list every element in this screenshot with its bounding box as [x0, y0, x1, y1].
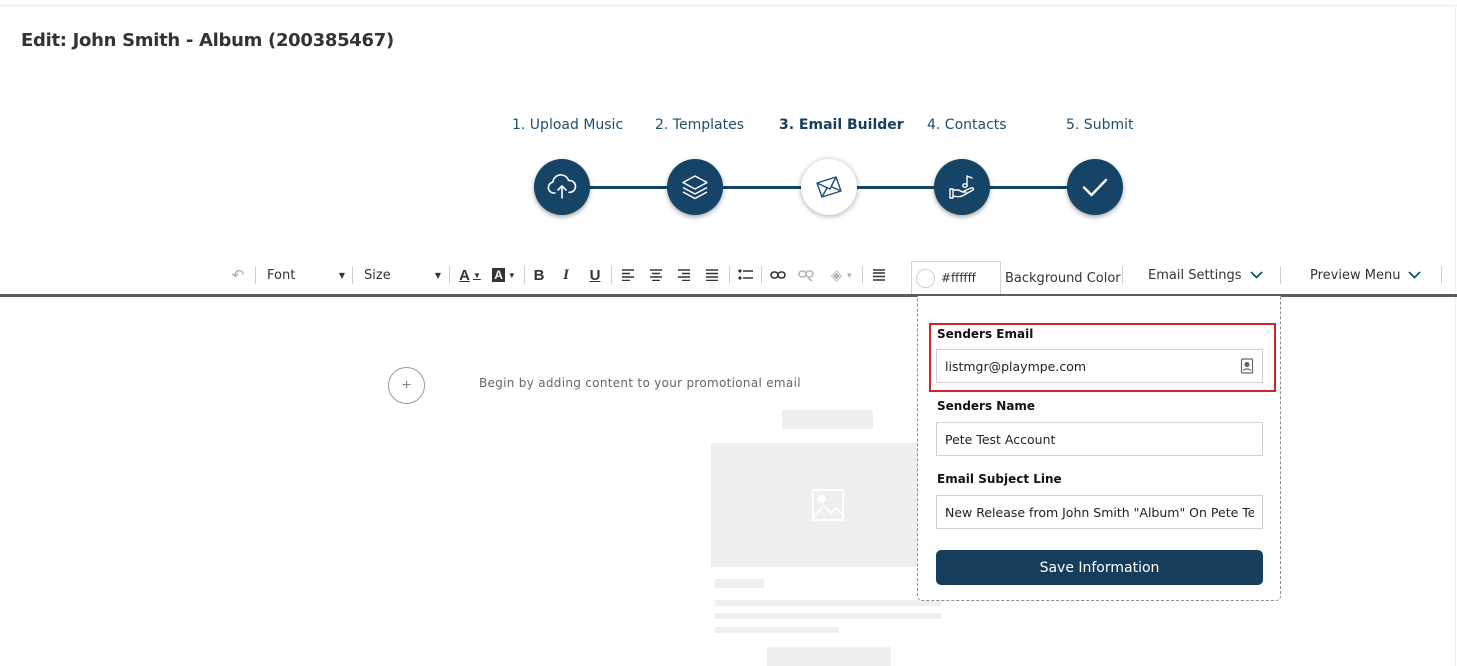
- bold-icon[interactable]: B: [528, 264, 550, 286]
- right-divider: [1455, 5, 1456, 666]
- size-dropdown-label: Size: [364, 267, 391, 283]
- email-subject-field[interactable]: [936, 495, 1263, 529]
- step-templates[interactable]: [667, 159, 723, 215]
- toolbar-separator: [611, 266, 612, 284]
- align-left-icon[interactable]: [617, 264, 639, 286]
- toolbar-separator: [1280, 266, 1281, 284]
- email-settings-dropdown[interactable]: Email Settings: [1148, 262, 1263, 288]
- step-email-builder[interactable]: [801, 159, 857, 215]
- placeholder-image: [711, 443, 944, 567]
- step-label-upload-music[interactable]: 1. Upload Music: [512, 117, 623, 133]
- senders-name-label: Senders Name: [937, 399, 1036, 413]
- caret-down-icon: ▼: [434, 270, 441, 280]
- underline-icon[interactable]: U: [584, 264, 606, 286]
- hand-music-note-icon: [949, 175, 975, 199]
- undo-icon[interactable]: ↶: [227, 264, 249, 286]
- placeholder-text-line: [715, 600, 941, 606]
- step-label-submit[interactable]: 5. Submit: [1066, 117, 1133, 133]
- background-color-picker[interactable]: #ffffff: [911, 261, 1001, 294]
- step-label-contacts[interactable]: 4. Contacts: [927, 117, 1007, 133]
- step-contacts[interactable]: [934, 159, 990, 215]
- page-title: Edit: John Smith - Album (200385467): [21, 30, 394, 51]
- color-hex-value: #ffffff: [941, 271, 976, 285]
- senders-email-label: Senders Email: [937, 327, 1034, 341]
- toolbar-separator: [1122, 266, 1123, 284]
- bulleted-list-icon[interactable]: [734, 264, 756, 286]
- unlink-icon[interactable]: [795, 264, 817, 286]
- step-upload-music[interactable]: [534, 159, 590, 215]
- toolbar-separator: [761, 266, 762, 284]
- image-icon: [811, 489, 844, 521]
- toolbar-separator: [862, 266, 863, 284]
- chevron-down-icon: [1249, 271, 1263, 279]
- email-subject-label: Email Subject Line: [937, 472, 1062, 486]
- top-divider: [0, 5, 1457, 6]
- toolbar-separator: [524, 266, 525, 284]
- placeholder-text-line: [715, 613, 941, 619]
- save-information-button[interactable]: Save Information: [936, 550, 1263, 585]
- toolbar-separator: [1441, 266, 1442, 284]
- senders-email-field[interactable]: [936, 349, 1263, 383]
- font-dropdown[interactable]: Font ▼: [267, 262, 345, 288]
- cloud-upload-icon: [547, 174, 577, 199]
- empty-canvas-message: Begin by adding content to your promotio…: [479, 376, 801, 390]
- preview-menu-label: Preview Menu: [1310, 267, 1401, 283]
- email-settings-label: Email Settings: [1148, 267, 1242, 283]
- layers-icon: [682, 175, 708, 200]
- fill-color-icon[interactable]: ◈ ▼: [829, 264, 855, 286]
- background-color-label: Background Color: [1005, 270, 1121, 286]
- chevron-down-icon: [1408, 271, 1422, 279]
- italic-icon[interactable]: I: [555, 264, 577, 286]
- placeholder-text-line: [715, 579, 764, 588]
- placeholder-button: [767, 647, 891, 666]
- font-dropdown-label: Font: [267, 267, 296, 283]
- align-right-icon[interactable]: [673, 264, 695, 286]
- align-center-icon[interactable]: [645, 264, 667, 286]
- preview-menu-dropdown[interactable]: Preview Menu: [1310, 262, 1422, 288]
- placeholder-heading: [782, 410, 873, 429]
- highlight-color-icon[interactable]: A ▼: [491, 264, 517, 286]
- checkmark-icon: [1082, 178, 1108, 197]
- toolbar-separator: [352, 266, 353, 284]
- toolbar-separator: [255, 266, 256, 284]
- senders-name-field[interactable]: [936, 422, 1263, 456]
- toolbar-separator: [729, 266, 730, 284]
- toolbar-separator: [449, 266, 450, 284]
- caret-down-icon: ▼: [338, 270, 345, 280]
- horizontal-rule-icon[interactable]: [868, 264, 890, 286]
- text-color-icon[interactable]: A ▼: [457, 264, 483, 286]
- size-dropdown[interactable]: Size ▼: [364, 262, 441, 288]
- envelope-icon: [816, 176, 842, 198]
- add-content-button[interactable]: +: [388, 367, 425, 404]
- color-swatch: [916, 268, 935, 288]
- step-label-email-builder[interactable]: 3. Email Builder: [779, 117, 904, 133]
- contact-card-icon[interactable]: [1240, 358, 1254, 374]
- link-icon[interactable]: [767, 264, 789, 286]
- align-justify-icon[interactable]: [701, 264, 723, 286]
- step-label-templates[interactable]: 2. Templates: [655, 117, 744, 133]
- placeholder-text-line: [715, 627, 839, 633]
- step-submit[interactable]: [1067, 159, 1123, 215]
